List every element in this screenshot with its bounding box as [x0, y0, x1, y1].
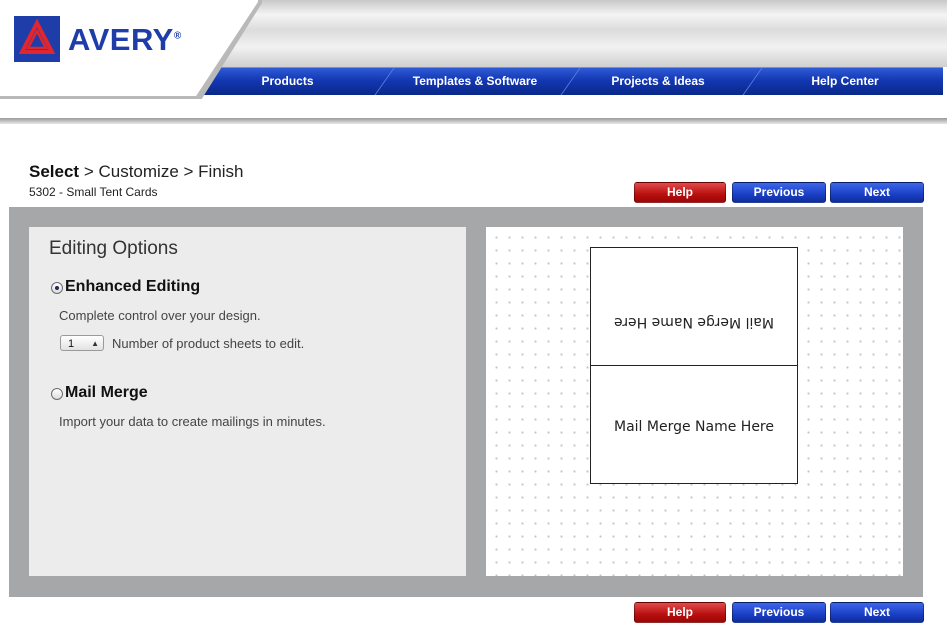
card-preview-panel: Mail Merge Name Here Mail Merge Name Her…	[486, 227, 903, 576]
nav-help-center[interactable]: Help Center	[750, 68, 940, 95]
nav-projects-ideas[interactable]: Projects & Ideas	[570, 68, 746, 95]
sheet-count-select[interactable]: 1 ▲	[60, 335, 104, 351]
editor-frame: Editing Options Enhanced Editing Complet…	[9, 207, 923, 597]
help-button-top[interactable]: Help	[634, 182, 726, 203]
header-divider	[0, 118, 947, 124]
step-breadcrumb: Select > Customize > Finish	[29, 162, 244, 182]
previous-button-top[interactable]: Previous	[732, 182, 826, 203]
help-button-bottom[interactable]: Help	[634, 602, 726, 623]
enhanced-editing-radio[interactable]	[51, 282, 63, 294]
step-remaining: > Customize > Finish	[83, 162, 244, 181]
sheet-count-label: Number of product sheets to edit.	[112, 336, 305, 351]
editing-options-panel: Editing Options Enhanced Editing Complet…	[29, 227, 466, 576]
nav-products[interactable]: Products	[200, 68, 375, 95]
sheet-count-value: 1	[68, 338, 75, 350]
card-fold-line	[591, 365, 797, 366]
site-header: Products Templates & Software Projects &…	[0, 0, 947, 125]
tent-card-preview[interactable]: Mail Merge Name Here Mail Merge Name Her…	[590, 247, 798, 484]
card-top-text: Mail Merge Name Here	[614, 314, 774, 330]
avery-logo-icon[interactable]	[14, 16, 60, 62]
options-title: Editing Options	[49, 238, 178, 259]
enhanced-editing-description: Complete control over your design.	[59, 308, 261, 323]
card-bottom-text: Mail Merge Name Here	[614, 419, 774, 435]
next-button-top[interactable]: Next	[830, 182, 924, 203]
stepper-arrows-icon: ▲	[91, 339, 99, 348]
next-button-bottom[interactable]: Next	[830, 602, 924, 623]
mail-merge-radio[interactable]	[51, 388, 63, 400]
product-name: 5302 - Small Tent Cards	[29, 185, 158, 199]
mail-merge-description: Import your data to create mailings in m…	[59, 414, 326, 429]
mail-merge-label[interactable]: Mail Merge	[65, 384, 148, 402]
step-current: Select	[29, 162, 80, 181]
previous-button-bottom[interactable]: Previous	[732, 602, 826, 623]
enhanced-editing-label[interactable]: Enhanced Editing	[65, 278, 200, 296]
nav-templates-software[interactable]: Templates & Software	[380, 68, 570, 95]
avery-logo-text: AVERY®	[68, 22, 182, 57]
